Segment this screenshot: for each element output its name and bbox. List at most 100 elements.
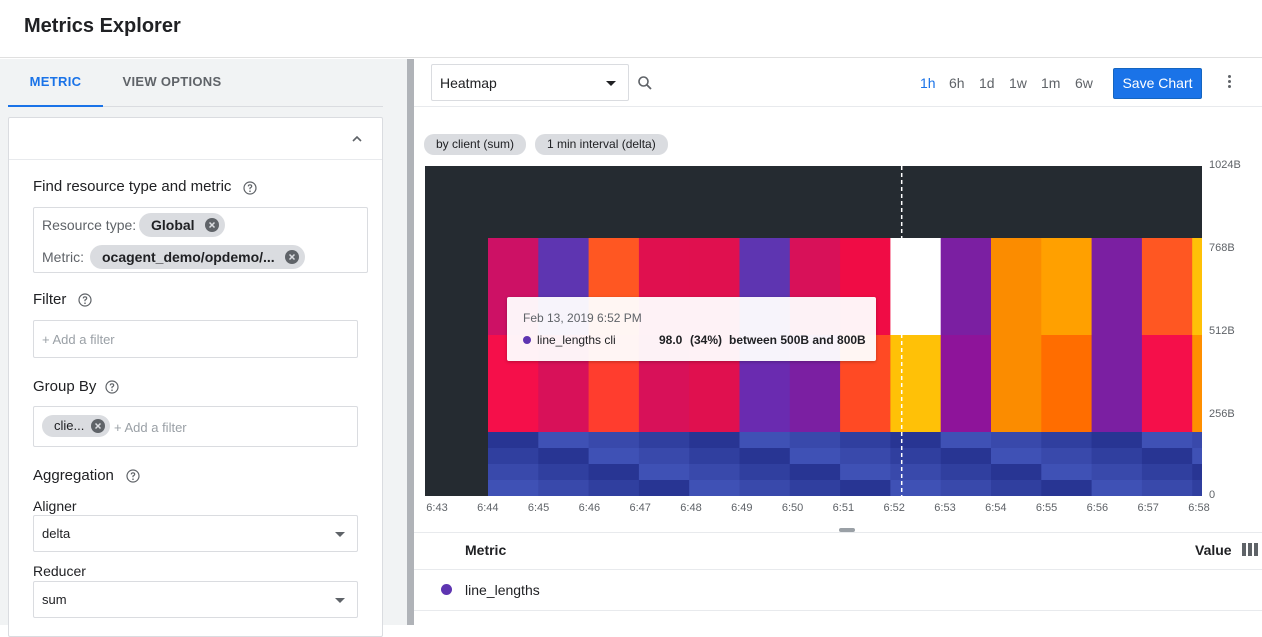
chart-pill-group[interactable]: by client (sum) xyxy=(424,134,527,155)
save-chart-button[interactable]: Save Chart xyxy=(1113,68,1202,99)
heatmap-cell xyxy=(991,448,1042,464)
heatmap-cell xyxy=(840,448,891,464)
search-icon[interactable] xyxy=(637,75,653,91)
heatmap-cell xyxy=(1141,432,1193,448)
heatmap-cell xyxy=(789,464,841,480)
dropdown-arrow-icon xyxy=(606,81,616,86)
heatmap-cell xyxy=(1192,432,1202,448)
aligner-label: Aligner xyxy=(33,498,77,514)
help-icon[interactable] xyxy=(126,469,140,483)
heatmap-cell xyxy=(488,448,539,464)
heatmap-cell xyxy=(1091,335,1143,432)
help-icon[interactable] xyxy=(78,293,92,307)
top-bar: Metrics Explorer xyxy=(0,0,1262,58)
panel-splitter[interactable] xyxy=(407,59,414,625)
heatmap-cell xyxy=(538,464,590,480)
x-tick-label: 6:43 xyxy=(426,502,448,514)
tab-metric[interactable]: METRIC xyxy=(8,59,103,107)
dropdown-arrow-icon xyxy=(335,598,345,603)
more-vert-icon[interactable] xyxy=(1225,73,1233,93)
time-range-1d[interactable]: 1d xyxy=(979,75,995,91)
heatmap-cell xyxy=(789,448,841,464)
legend-row[interactable]: line_lengths xyxy=(414,571,1262,611)
left-tabs: METRIC VIEW OPTIONS xyxy=(8,59,383,107)
heatmap-cell xyxy=(588,432,640,448)
heatmap-cell xyxy=(1041,480,1093,496)
filter-label: Filter xyxy=(33,291,67,308)
resource-metric-box[interactable]: Resource type: Global Metric: ocagent_de… xyxy=(33,207,368,273)
y-tick-label: 1024B xyxy=(1209,159,1241,171)
heatmap-cell xyxy=(538,432,590,448)
heatmap-cell xyxy=(1041,448,1093,464)
x-tick-label: 6:55 xyxy=(1035,502,1058,514)
tooltip-time: Feb 13, 2019 6:52 PM xyxy=(523,311,642,325)
columns-icon[interactable] xyxy=(1242,543,1258,556)
heatmap-cell xyxy=(739,464,791,480)
time-range-1m[interactable]: 1m xyxy=(1041,75,1060,91)
heatmap-cell xyxy=(689,464,740,480)
heatmap-cell xyxy=(940,335,992,432)
time-range-1h[interactable]: 1h xyxy=(920,75,936,91)
x-tick-label: 6:48 xyxy=(680,502,702,514)
heatmap-cell xyxy=(840,480,891,496)
y-tick-label: 768B xyxy=(1209,242,1235,254)
close-icon[interactable] xyxy=(91,419,106,433)
heatmap-cell xyxy=(890,432,942,448)
tooltip-series-dot xyxy=(523,336,531,344)
close-icon[interactable] xyxy=(284,250,299,264)
heatmap-cell xyxy=(991,464,1042,480)
help-icon[interactable] xyxy=(105,380,119,394)
heatmap-cell xyxy=(1091,432,1143,448)
heatmap-cell xyxy=(1192,335,1202,432)
x-tick-label: 6:49 xyxy=(731,502,753,514)
chart-pill-interval[interactable]: 1 min interval (delta) xyxy=(535,134,668,155)
heatmap-cell xyxy=(1141,238,1193,335)
time-range-1w[interactable]: 1w xyxy=(1009,75,1027,91)
x-tick-label: 6:51 xyxy=(832,502,855,514)
heatmap-cell xyxy=(991,238,1042,335)
aligner-select[interactable]: delta xyxy=(33,515,358,552)
reducer-label: Reducer xyxy=(33,563,86,579)
filter-input[interactable]: + Add a filter xyxy=(33,320,358,358)
heatmap-cell xyxy=(890,464,942,480)
heatmap-cell xyxy=(1141,448,1193,464)
group-by-input[interactable]: clie... + Add a filter xyxy=(33,406,358,447)
filter-placeholder: + Add a filter xyxy=(42,332,115,347)
tooltip-series: line_lengths cli xyxy=(537,333,616,347)
chart-type-select[interactable]: Heatmap xyxy=(431,64,629,101)
heatmap-cell xyxy=(488,464,539,480)
resource-type-label: Resource type: xyxy=(42,217,137,233)
heatmap-cell xyxy=(538,448,590,464)
legend-series-name: line_lengths xyxy=(465,582,540,598)
chart-tooltip: Feb 13, 2019 6:52 PM line_lengths cli 98… xyxy=(507,297,876,361)
time-range-6w[interactable]: 6w xyxy=(1075,75,1093,91)
heatmap-cell xyxy=(1192,464,1202,480)
heatmap-cell xyxy=(890,448,942,464)
time-range-6h[interactable]: 6h xyxy=(949,75,965,91)
heatmap-cell xyxy=(890,335,942,432)
heatmap-cell xyxy=(1041,464,1093,480)
heatmap-cell xyxy=(1091,448,1143,464)
heatmap-cell xyxy=(840,464,891,480)
heatmap-cell xyxy=(940,448,992,464)
tab-view-options[interactable]: VIEW OPTIONS xyxy=(112,59,232,107)
reducer-select[interactable]: sum xyxy=(33,581,358,618)
tooltip-value: 98.0 xyxy=(659,333,683,347)
legend-value-header[interactable]: Value xyxy=(1195,542,1232,558)
legend-metric-header[interactable]: Metric xyxy=(465,542,506,558)
help-icon[interactable] xyxy=(243,181,257,195)
heatmap-cell xyxy=(638,480,690,496)
x-tick-label: 6:57 xyxy=(1137,502,1159,514)
chevron-up-icon[interactable] xyxy=(350,132,364,146)
heatmap-cell xyxy=(1041,335,1093,432)
metric-chip: ocagent_demo/opdemo/... xyxy=(90,245,305,269)
close-icon[interactable] xyxy=(204,218,219,232)
aggregation-label: Aggregation xyxy=(33,467,114,484)
card-header xyxy=(9,118,382,160)
heatmap-cell xyxy=(538,480,590,496)
heatmap-cell xyxy=(991,480,1042,496)
tooltip-range: between 500B and 800B xyxy=(729,333,866,347)
x-tick-label: 6:45 xyxy=(527,502,550,514)
chart-type-value: Heatmap xyxy=(440,75,497,91)
heatmap-cell xyxy=(588,448,640,464)
